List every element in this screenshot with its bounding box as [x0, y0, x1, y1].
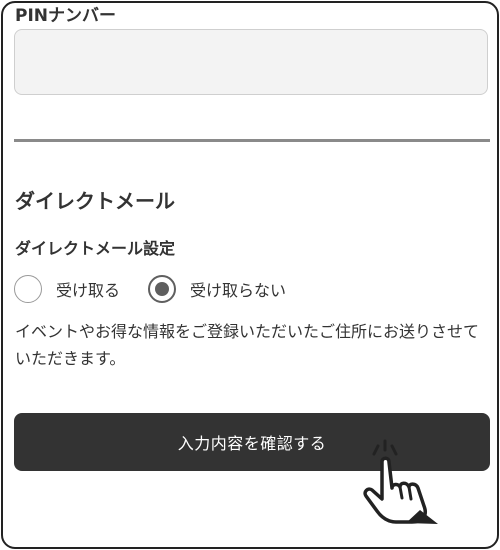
section-divider [14, 139, 490, 142]
radio-label-not-receive: 受け取らない [190, 281, 287, 300]
radio-option-not-receive[interactable]: 受け取らない [148, 275, 286, 303]
direct-mail-radio-group: 受け取る 受け取らない [14, 273, 286, 305]
pin-label: PINナンバー [15, 6, 117, 26]
radio-option-receive[interactable]: 受け取る [14, 275, 120, 303]
direct-mail-setting-label: ダイレクトメール設定 [15, 239, 176, 258]
radio-button-not-receive[interactable] [148, 275, 177, 303]
radio-label-receive: 受け取る [56, 281, 121, 300]
radio-button-receive[interactable] [14, 275, 42, 303]
form-frame: PINナンバー ダイレクトメール ダイレクトメール設定 受け取る 受け取らない … [1, 1, 499, 549]
pin-input[interactable] [14, 29, 488, 95]
section-title-direct-mail: ダイレクトメール [15, 189, 175, 213]
confirm-input-button[interactable]: 入力内容を確認する [14, 413, 490, 471]
direct-mail-notice: イベントやお得な情報をご登録いただいたご住所にお送りさせていただきます。 [15, 322, 480, 368]
